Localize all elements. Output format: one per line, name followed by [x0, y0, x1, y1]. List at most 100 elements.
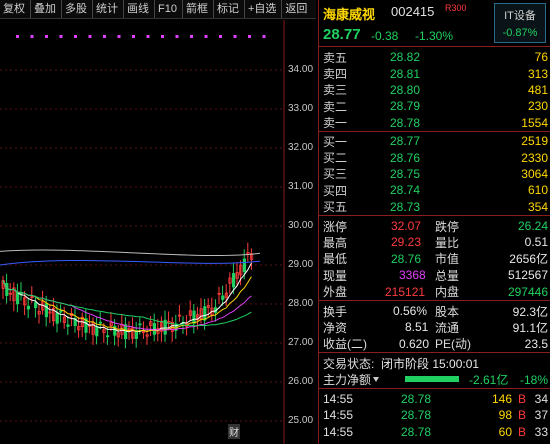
signal-marker: [103, 35, 106, 38]
moving-average-line: [2, 280, 252, 327]
ask-volume: 313: [527, 66, 548, 81]
shares-label: 股本: [435, 304, 460, 319]
index-badge: R300: [445, 3, 467, 13]
tick-side: B: [517, 424, 526, 439]
limit-up-label: 涨停: [323, 219, 348, 234]
stats-row: 最低 28.76 市值 2656亿: [319, 251, 550, 267]
finance-report-marker[interactable]: 财: [228, 424, 240, 439]
ask-book: 卖五 28.82 76 卖四 28.81 313 卖三 28.80 481 卖二 28.79 2…: [319, 46, 550, 131]
signal-marker: [204, 35, 208, 38]
toolbar-stats-button[interactable]: 统计: [93, 0, 124, 18]
cur-vol-value: 3368: [399, 268, 426, 283]
stats-row: 外盘 215121 内盘 297446: [319, 283, 550, 300]
quote-panel: 海康威视 002415 R300 IT设备 -0.87% 28.77 -0.38…: [318, 0, 550, 444]
signal-marker: [175, 35, 179, 38]
bid-label: 买三: [323, 167, 348, 182]
bid-row[interactable]: 买一 28.77 2519: [319, 133, 550, 149]
toolbar-multi-stock-button[interactable]: 多股: [62, 0, 93, 18]
main-flow-row[interactable]: 主力净额 -2.61亿 -18%: [319, 371, 550, 388]
ask-price: 28.81: [389, 66, 420, 81]
y-tick-label: 30.00: [288, 220, 314, 231]
high-value: 29.23: [391, 235, 422, 250]
ask-row[interactable]: 卖四 28.81 313: [319, 65, 550, 82]
stock-name: 海康威视: [323, 7, 376, 22]
y-tick-label: 27.00: [288, 337, 314, 348]
candle-body: [231, 273, 236, 288]
total-vol-value: 512567: [507, 268, 548, 283]
main-flow-label: 主力净额: [323, 373, 372, 388]
pe-value: 23.5: [524, 336, 548, 351]
tick-volume: 146: [491, 392, 512, 406]
ask-row[interactable]: 卖三 28.80 481: [319, 82, 550, 98]
y-tick-label: 25.00: [288, 415, 314, 426]
turnover-value: 0.56%: [393, 304, 428, 319]
tick-row[interactable]: 14:55 28.78 98 B 37: [319, 407, 550, 423]
signal-marker: [146, 35, 150, 38]
signal-marker: [248, 35, 251, 38]
bid-row[interactable]: 买三 28.75 3064: [319, 166, 550, 182]
bid-price: 28.77: [389, 134, 420, 149]
toolbar-fuquan-button[interactable]: 复权: [0, 0, 31, 18]
float-label: 流通: [435, 320, 460, 335]
candle-body: [26, 305, 31, 310]
outer-label: 外盘: [323, 285, 348, 300]
bid-price: 28.74: [389, 183, 420, 198]
ask-price: 28.80: [389, 82, 420, 97]
mktcap-label: 市值: [435, 252, 460, 267]
ask-row[interactable]: 卖一 28.78 1554: [319, 115, 550, 131]
fundamentals-block: 换手 0.56% 股本 92.3亿 净资 8.51 流通 91.1亿 收益(二)…: [319, 299, 550, 352]
toolbar-box-button[interactable]: 箭框: [183, 0, 214, 18]
candle-body: [5, 282, 9, 296]
tick-time: 14:55: [323, 392, 354, 406]
main-flow-pct: -18%: [519, 372, 548, 387]
tick-side: B: [517, 408, 526, 423]
bid-price: 28.75: [389, 166, 420, 181]
chevron-down-icon[interactable]: [373, 377, 379, 383]
ask-row[interactable]: 卖五 28.82 76: [319, 49, 550, 65]
toolbar-f10-button[interactable]: F10: [155, 0, 183, 18]
ask-volume: 481: [527, 82, 548, 97]
bid-label: 买五: [323, 200, 348, 215]
toolbar-add-watchlist-button[interactable]: +自选: [245, 0, 283, 18]
main-flow-bar: [405, 376, 459, 383]
y-tick-label: 28.00: [288, 298, 314, 309]
kline-svg[interactable]: [0, 20, 316, 444]
limit-down-label: 跌停: [435, 219, 460, 234]
y-tick-label: 29.00: [288, 259, 314, 270]
candle-body: [66, 324, 70, 327]
candle-body: [106, 335, 110, 338]
bid-volume: 2519: [521, 134, 548, 149]
toolbar-overlay-button[interactable]: 叠加: [31, 0, 62, 18]
toolbar-back-button[interactable]: 返回: [282, 0, 312, 18]
bid-volume: 2330: [521, 150, 548, 165]
tick-row[interactable]: 14:55 28.78 146 B 34: [319, 391, 550, 407]
stock-header: 海康威视 002415 R300 IT设备 -0.87%: [319, 0, 550, 43]
bid-book: 买一 28.77 2519 买二 28.76 2330 买三 28.75 3064 买四 28…: [319, 130, 550, 215]
bid-row[interactable]: 买五 28.73 354: [319, 199, 550, 215]
main-flow-value: -2.61亿: [469, 373, 509, 388]
stats-row: 最高 29.23 量比 0.51: [319, 234, 550, 250]
candle-body: [124, 324, 128, 340]
float-value: 91.1亿: [512, 320, 548, 335]
toolbar-mark-button[interactable]: 标记: [214, 0, 245, 18]
candle-body: [138, 323, 142, 326]
candle-body: [55, 312, 59, 324]
stock-code: 002415: [391, 4, 435, 19]
trade-status-row: 交易状态: 闭市阶段 15:00:01: [319, 355, 550, 371]
bid-row[interactable]: 买四 28.74 610: [319, 182, 550, 198]
toolbar-draw-line-button[interactable]: 画线: [124, 0, 155, 18]
low-label: 最低: [323, 252, 348, 267]
ask-volume: 1554: [521, 115, 548, 130]
tick-list: 14:55 28.78 146 B 34 14:55 28.78 98 B 37…: [319, 387, 550, 440]
turnover-label: 换手: [323, 304, 348, 319]
ask-row[interactable]: 卖二 28.79 230: [319, 98, 550, 114]
low-value: 28.76: [391, 251, 422, 266]
bid-row[interactable]: 买二 28.76 2330: [319, 149, 550, 166]
candle-body: [242, 258, 246, 273]
tick-count: 37: [534, 408, 548, 423]
shares-value: 92.3亿: [512, 304, 548, 319]
kline-chart[interactable]: 34.00 33.00 32.00 31.00 30.00 29.00 28.0…: [0, 20, 316, 444]
tick-price: 28.78: [401, 424, 432, 439]
tick-row[interactable]: 14:55 28.78 60 B 33: [319, 424, 550, 440]
tick-volume: 60: [498, 424, 512, 439]
